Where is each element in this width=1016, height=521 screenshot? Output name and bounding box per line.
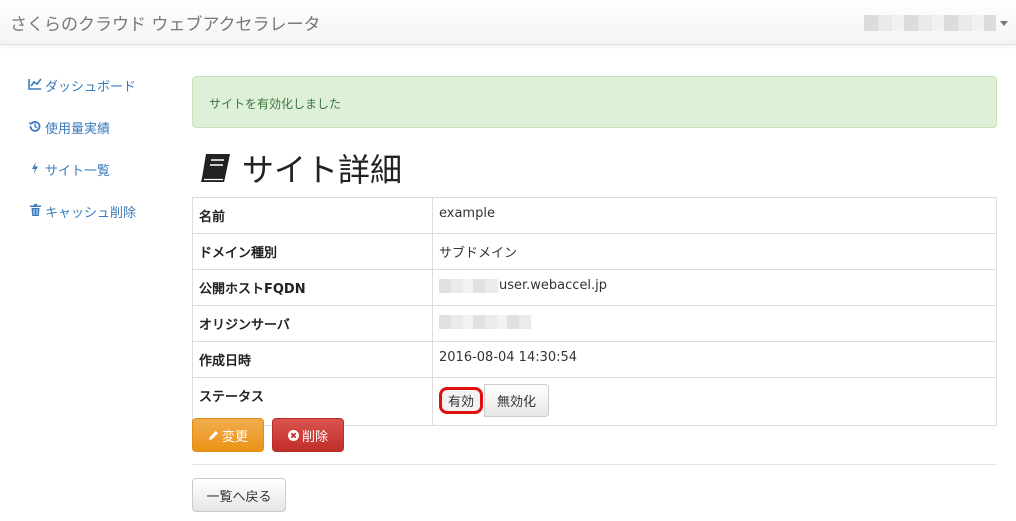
bolt-icon [27, 162, 43, 174]
row-value-created: 2016-08-04 14:30:54 [432, 341, 997, 378]
row-key-created: 作成日時 [192, 341, 433, 378]
times-circle-icon [287, 429, 299, 441]
delete-button-label: 削除 [301, 429, 328, 445]
masked-subdomain [439, 278, 499, 293]
history-icon [27, 120, 43, 132]
user-name-masked [864, 15, 996, 31]
masked-origin-server [439, 314, 531, 329]
table-row: ドメイン種別 サブドメイン [192, 233, 997, 270]
page-title-row: サイト詳細 [198, 148, 403, 189]
sidebar-item-sites[interactable]: サイト一覧 [27, 160, 167, 202]
row-value-domain-type: サブドメイン [432, 233, 997, 270]
table-row: 公開ホストFQDN user.webaccel.jp [192, 269, 997, 306]
trash-icon [27, 204, 43, 216]
sidebar-item-label: キャッシュ削除 [45, 206, 137, 221]
chart-line-icon [27, 78, 43, 90]
status-enabled-button[interactable]: 有効 [439, 387, 484, 414]
status-disable-button[interactable]: 無効化 [484, 384, 550, 417]
sidebar-item-label: 使用量実績 [45, 122, 111, 137]
page-title: サイト詳細 [242, 151, 403, 189]
sidebar-item-dashboard[interactable]: ダッシュボード [27, 76, 167, 118]
table-row: 名前 example [192, 197, 997, 234]
row-key-domain-type: ドメイン種別 [192, 233, 433, 270]
row-key-origin: オリジンサーバ [192, 305, 433, 342]
book-icon [198, 150, 234, 186]
row-value-name: example [432, 197, 997, 234]
app-brand[interactable]: さくらのクラウド ウェブアクセラレータ [10, 10, 321, 35]
table-row: 作成日時 2016-08-04 14:30:54 [192, 341, 997, 378]
alert-message: サイトを有効化しました [209, 97, 342, 111]
row-key-fqdn: 公開ホストFQDN [192, 269, 433, 306]
sidebar-item-cache-purge[interactable]: キャッシュ削除 [27, 202, 167, 244]
user-menu[interactable] [864, 12, 1010, 34]
site-detail-table: 名前 example ドメイン種別 サブドメイン 公開ホストFQDN user.… [192, 197, 997, 426]
success-alert: サイトを有効化しました [192, 76, 997, 128]
edit-button-label: 変更 [221, 429, 248, 445]
table-row: オリジンサーバ [192, 305, 997, 342]
delete-button[interactable]: 削除 [272, 418, 344, 452]
status-toggle-group: 有効 無効化 [439, 384, 550, 417]
pencil-icon [208, 430, 219, 441]
row-key-name: 名前 [192, 197, 433, 234]
caret-down-icon [1000, 20, 1008, 26]
back-to-list-button[interactable]: 一覧へ戻る [192, 478, 286, 512]
row-value-origin-cell [432, 305, 997, 342]
sidebar: ダッシュボード 使用量実績 サイト一覧 キャッシュ削除 [27, 76, 167, 244]
row-value-status: 有効 無効化 [432, 377, 997, 426]
divider [192, 464, 997, 465]
sidebar-item-label: サイト一覧 [45, 164, 111, 179]
sidebar-item-label: ダッシュボード [45, 80, 137, 95]
top-navbar: さくらのクラウド ウェブアクセラレータ [0, 0, 1016, 45]
edit-button[interactable]: 変更 [192, 418, 264, 452]
sidebar-item-usage[interactable]: 使用量実績 [27, 118, 167, 160]
row-value-fqdn: user.webaccel.jp [499, 278, 608, 293]
row-value-fqdn-cell: user.webaccel.jp [432, 269, 997, 306]
